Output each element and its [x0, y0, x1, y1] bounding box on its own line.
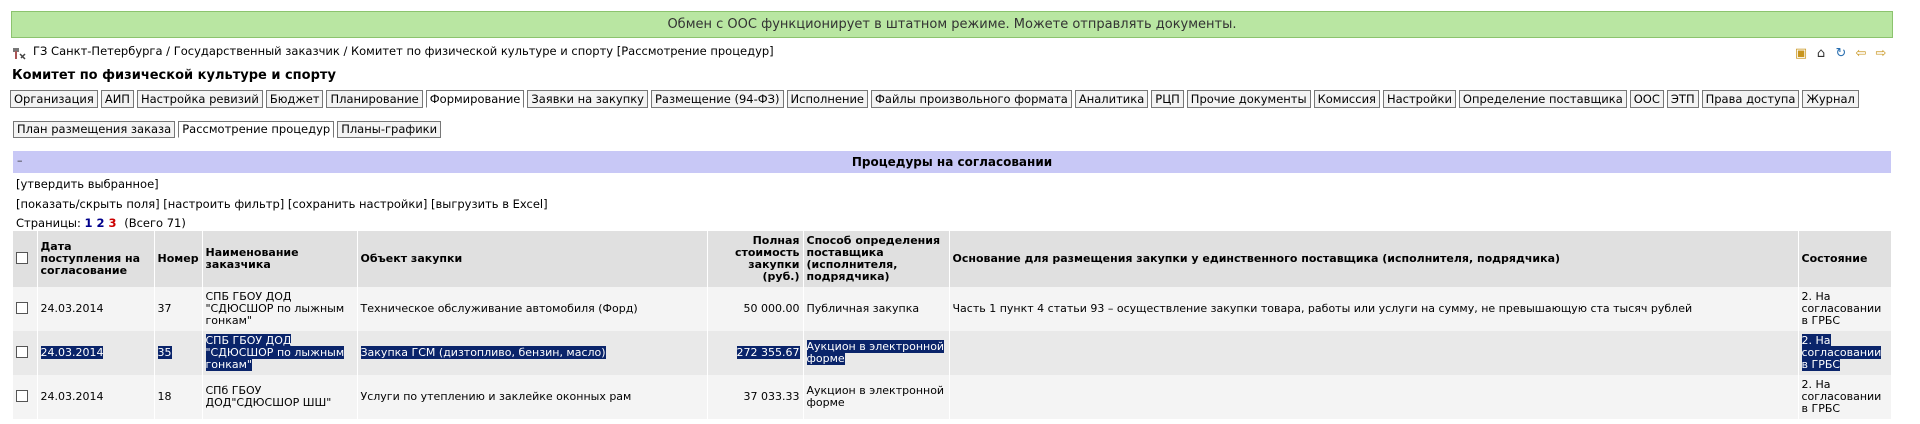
tab-supplier-selection[interactable]: Определение поставщика	[1458, 90, 1627, 108]
tab-analytics[interactable]: Аналитика	[1074, 90, 1149, 108]
export-excel-link[interactable]: [выгрузить в Excel]	[431, 197, 548, 211]
save-settings-link[interactable]: [сохранить настройки]	[288, 197, 427, 211]
cell-cost: 50 000.00	[707, 287, 804, 331]
tab-etp[interactable]: ЭТП	[1666, 90, 1699, 108]
tools-icon	[13, 48, 26, 60]
main-tabs: Организация АИП Настройка ревизий Бюджет…	[10, 90, 1862, 108]
breadcrumb-text: ГЗ Санкт-Петербурга / Государственный за…	[33, 44, 774, 58]
table-row[interactable]: 24.03.2014 35 СПБ ГБОУ ДОД "СДЮСШОР по л…	[13, 331, 1892, 375]
cell-basis: Часть 1 пункт 4 статьи 93 – осуществлени…	[949, 287, 1799, 331]
cell-object: Техническое обслуживание автомобиля (Фор…	[357, 287, 708, 331]
cell-customer: СПб ГБОУ ДОД"СДЮСШОР ШШ"	[202, 375, 358, 419]
tab-settings[interactable]: Настройки	[1382, 90, 1456, 108]
header-method[interactable]: Способ определения поставщика (исполните…	[803, 231, 950, 287]
forward-arrow-icon[interactable]: ⇨	[1873, 45, 1889, 61]
row-checkbox[interactable]	[16, 345, 28, 358]
row-checkbox[interactable]	[16, 301, 28, 314]
toggle-fields-link[interactable]: [показать/скрыть поля]	[16, 197, 160, 211]
header-date[interactable]: Дата поступления на согласование	[37, 231, 155, 287]
cell-object: Закупка ГСМ (дизтопливо, бензин, масло)	[360, 346, 606, 359]
cell-number: 35	[157, 346, 172, 359]
approve-row: [утвердить выбранное]	[16, 177, 159, 191]
sub-tabs: План размещения заказа Рассмотрение проц…	[13, 121, 444, 138]
tab-procedure-review[interactable]: Рассмотрение процедур	[178, 121, 335, 138]
section-title: Процедуры на согласовании	[851, 155, 1053, 169]
section-header: – Процедуры на согласовании	[13, 151, 1891, 173]
tab-aip[interactable]: АИП	[100, 90, 134, 108]
cell-cost: 37 033.33	[707, 375, 804, 419]
select-all-checkbox[interactable]	[16, 251, 28, 264]
actions-row: [показать/скрыть поля] [настроить фильтр…	[16, 197, 548, 211]
tab-journal[interactable]: Журнал	[1802, 90, 1859, 108]
cell-customer: СПБ ГБОУ ДОД "СДЮСШОР по лыжным гонкам"	[202, 287, 358, 331]
back-arrow-icon[interactable]: ⇦	[1853, 45, 1869, 61]
cell-object: Услуги по утеплению и заклейке оконных р…	[357, 375, 708, 419]
cell-method: Публичная закупка	[803, 287, 950, 331]
cell-number: 37	[154, 287, 203, 331]
header-cost[interactable]: Полная стоимость закупки (руб.)	[707, 231, 804, 287]
tab-schedules[interactable]: Планы-графики	[337, 121, 442, 138]
tab-placement-94fz[interactable]: Размещение (94-ФЗ)	[651, 90, 784, 108]
header-basis[interactable]: Основание для размещения закупки у единс…	[949, 231, 1799, 287]
tab-other-docs[interactable]: Прочие документы	[1186, 90, 1311, 108]
header-status[interactable]: Состояние	[1798, 231, 1892, 287]
tab-access-rights[interactable]: Права доступа	[1701, 90, 1800, 108]
pages-label: Страницы:	[16, 216, 81, 230]
approve-selected-link[interactable]: [утвердить выбранное]	[16, 177, 159, 191]
status-banner: Обмен с ООС функционирует в штатном режи…	[11, 11, 1893, 38]
cell-date: 24.03.2014	[37, 287, 155, 331]
cell-date: 24.03.2014	[40, 346, 104, 359]
collapse-icon[interactable]: –	[17, 154, 23, 167]
cell-method: Аукцион в электронной форме	[806, 340, 945, 365]
tab-purchase-requests[interactable]: Заявки на закупку	[527, 90, 648, 108]
table-header-row: Дата поступления на согласование Номер Н…	[13, 231, 1892, 287]
cell-status: 2. На согласовании в ГРБС	[1798, 287, 1892, 331]
home-icon[interactable]: ⌂	[1813, 45, 1829, 61]
row-checkbox[interactable]	[16, 389, 28, 402]
tab-audit-settings[interactable]: Настройка ревизий	[136, 90, 263, 108]
tab-budget[interactable]: Бюджет	[265, 90, 324, 108]
tab-rcp[interactable]: РЦП	[1151, 90, 1184, 108]
table-row[interactable]: 24.03.2014 37 СПБ ГБОУ ДОД "СДЮСШОР по л…	[13, 287, 1892, 331]
page-title: Комитет по физической культуре и спорту	[12, 68, 336, 83]
header-number[interactable]: Номер	[154, 231, 203, 287]
cell-cost: 272 355.67	[736, 346, 800, 359]
pagination: Страницы: 123 (Всего 71)	[16, 216, 186, 230]
cell-number: 18	[154, 375, 203, 419]
procedures-table: Дата поступления на согласование Номер Н…	[13, 231, 1892, 419]
filter-link[interactable]: [настроить фильтр]	[163, 197, 284, 211]
tab-oos[interactable]: ООС	[1629, 90, 1664, 108]
cell-status: 2. На согласовании в ГРБС	[1798, 375, 1892, 419]
page-link-2[interactable]: 2	[97, 216, 105, 230]
tab-forming[interactable]: Формирование	[425, 90, 525, 108]
cell-basis	[949, 331, 1799, 375]
breadcrumb: ГЗ Санкт-Петербурга / Государственный за…	[11, 43, 1891, 63]
toolbar-icons: ▣ ⌂ ↻ ⇦ ⇨	[1793, 45, 1889, 61]
tab-organization[interactable]: Организация	[10, 90, 98, 108]
tab-placement-plan[interactable]: План размещения заказа	[13, 121, 176, 138]
folder-icon[interactable]: ▣	[1793, 45, 1809, 61]
pages-total: (Всего 71)	[124, 216, 186, 230]
cell-date: 24.03.2014	[37, 375, 155, 419]
page-link-1[interactable]: 1	[85, 216, 93, 230]
tab-commission[interactable]: Комиссия	[1313, 90, 1380, 108]
tab-planning[interactable]: Планирование	[326, 90, 423, 108]
page-link-3[interactable]: 3	[109, 216, 117, 230]
cell-customer: СПБ ГБОУ ДОД "СДЮСШОР по лыжным гонкам"	[205, 334, 345, 371]
tab-execution[interactable]: Исполнение	[786, 90, 869, 108]
header-object[interactable]: Объект закупки	[357, 231, 708, 287]
table-row[interactable]: 24.03.2014 18 СПб ГБОУ ДОД"СДЮСШОР ШШ" У…	[13, 375, 1892, 419]
refresh-icon[interactable]: ↻	[1833, 45, 1849, 61]
tab-files[interactable]: Файлы произвольного формата	[871, 90, 1072, 108]
cell-status: 2. На согласовании в ГРБС	[1801, 334, 1882, 371]
cell-method: Аукцион в электронной форме	[803, 375, 950, 419]
cell-basis	[949, 375, 1799, 419]
header-customer[interactable]: Наименование заказчика	[202, 231, 358, 287]
